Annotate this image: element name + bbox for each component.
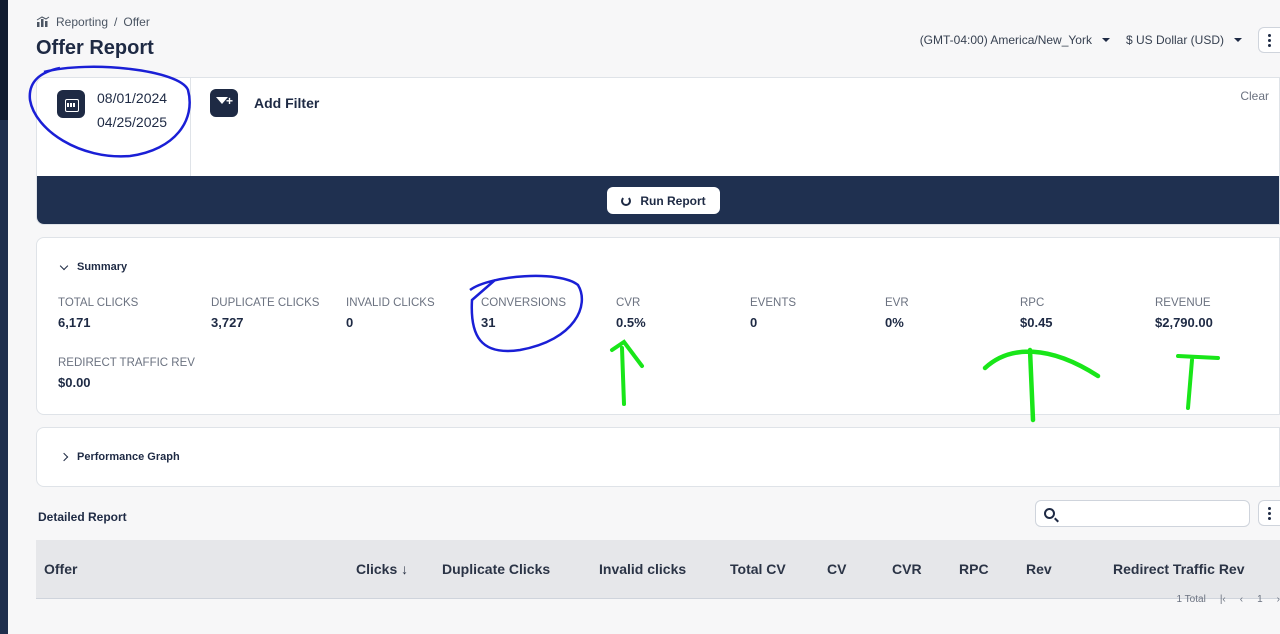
breadcrumb-current: Offer	[123, 15, 150, 29]
metric-value: 0	[750, 315, 758, 330]
column-header-cvr[interactable]: CVR	[892, 561, 922, 577]
column-header-rpc[interactable]: RPC	[959, 561, 989, 577]
table-options-button[interactable]	[1258, 500, 1280, 526]
chevron-down-icon	[59, 261, 69, 270]
metric-cvr: CVR 0.5%	[616, 297, 646, 330]
run-report-bar: Run Report	[37, 176, 1279, 224]
metric-label: REVENUE	[1155, 297, 1211, 309]
chevron-right-icon	[59, 452, 69, 462]
search-icon	[1044, 508, 1055, 519]
metric-label: EVENTS	[750, 297, 797, 309]
page-title: Offer Report	[36, 37, 154, 59]
sidebar-notch	[0, 0, 8, 120]
metric-label: RPC	[1020, 297, 1045, 309]
metric-invalid-clicks: INVALID CLICKS 0	[346, 297, 435, 330]
metric-redirect-traffic-rev: REDIRECT TRAFFIC REV $0.00	[58, 357, 195, 390]
metric-revenue: REVENUE $2,790.00	[1155, 297, 1213, 330]
metric-label: CONVERSIONS	[481, 297, 566, 309]
add-filter-button[interactable]: Add Filter	[210, 89, 319, 117]
column-header-total-cv[interactable]: Total CV	[730, 561, 786, 577]
metric-conversions: CONVERSIONS 31	[481, 297, 566, 330]
metric-value: 0	[346, 315, 354, 330]
filter-plus-icon	[210, 89, 238, 117]
header-controls: (GMT-04:00) America/New_York $ US Dollar…	[920, 27, 1280, 53]
detailed-report-title: Detailed Report	[38, 510, 127, 524]
caret-down-icon	[1234, 38, 1242, 42]
metric-value: $0.45	[1020, 315, 1053, 330]
performance-graph-title: Performance Graph	[77, 451, 180, 463]
calendar-icon	[57, 90, 85, 118]
summary-toggle[interactable]: Summary	[59, 261, 128, 273]
metric-label: EVR	[885, 297, 909, 309]
left-sidebar	[0, 0, 8, 634]
column-header-invalid-clicks[interactable]: Invalid clicks	[599, 561, 686, 577]
pagination-total: 1 Total	[1176, 594, 1206, 605]
metric-label: REDIRECT TRAFFIC REV	[58, 357, 195, 369]
metric-value: $0.00	[58, 375, 91, 390]
metric-evr: EVR 0%	[885, 297, 909, 330]
metric-label: TOTAL CLICKS	[58, 297, 139, 309]
breadcrumb: Reporting / Offer	[36, 15, 150, 29]
metric-value: 31	[481, 315, 496, 330]
currency-value: $ US Dollar (USD)	[1125, 33, 1224, 47]
metric-value: 0.5%	[616, 315, 646, 330]
metric-total-clicks: TOTAL CLICKS 6,171	[58, 297, 138, 330]
date-start: 08/01/2024	[97, 90, 168, 106]
currency-select[interactable]: $ US Dollar (USD)	[1126, 33, 1242, 47]
date-range-picker[interactable]: 08/01/2024 04/25/2025	[37, 78, 191, 176]
page: Reporting / Offer Offer Report (GMT-04:0…	[8, 0, 1280, 634]
current-page[interactable]: 1	[1257, 594, 1263, 605]
next-page-icon[interactable]: ›	[1277, 594, 1280, 605]
table-header: Offer Clicks ↓ Duplicate Clicks Invalid …	[36, 540, 1280, 599]
summary-title: Summary	[77, 261, 128, 273]
performance-graph-toggle[interactable]: Performance Graph	[59, 451, 180, 463]
first-page-icon[interactable]: |‹	[1220, 594, 1226, 605]
timezone-value: (GMT-04:00) America/New_York	[919, 33, 1092, 47]
metric-label: DUPLICATE CLICKS	[211, 297, 320, 309]
prev-page-icon[interactable]: ‹	[1240, 594, 1243, 605]
column-header-rev[interactable]: Rev	[1026, 561, 1052, 577]
kebab-icon	[1268, 33, 1271, 37]
date-end: 04/25/2025	[97, 114, 168, 130]
column-header-redirect-traffic-rev[interactable]: Redirect Traffic Rev	[1113, 561, 1245, 577]
breadcrumb-separator: /	[114, 15, 118, 29]
column-header-clicks[interactable]: Clicks ↓	[356, 561, 408, 577]
clear-filters-link[interactable]: Clear	[1240, 89, 1269, 103]
metric-value: 3,727	[211, 315, 244, 330]
performance-graph-card: Performance Graph	[36, 427, 1280, 487]
chart-icon	[36, 16, 50, 27]
filter-card: 08/01/2024 04/25/2025 Add Filter Clear R…	[36, 77, 1280, 225]
caret-down-icon	[1101, 38, 1110, 42]
summary-card: Summary TOTAL CLICKS 6,171 DUPLICATE CLI…	[36, 237, 1280, 415]
run-report-button[interactable]: Run Report	[607, 187, 720, 214]
timezone-select[interactable]: (GMT-04:00) America/New_York	[920, 33, 1110, 47]
metric-value: $2,790.00	[1155, 315, 1213, 330]
search-input[interactable]	[1063, 506, 1243, 521]
pagination: 1 Total |‹ ‹ 1 ›	[1177, 594, 1280, 605]
column-header-cv[interactable]: CV	[827, 561, 846, 577]
search-field[interactable]	[1035, 500, 1250, 527]
run-report-label: Run Report	[640, 193, 706, 208]
metric-value: 6,171	[58, 315, 91, 330]
metric-value: 0%	[885, 315, 904, 330]
column-header-offer[interactable]: Offer	[44, 561, 77, 577]
metric-duplicate-clicks: DUPLICATE CLICKS 3,727	[211, 297, 319, 330]
metric-rpc: RPC $0.45	[1020, 297, 1053, 330]
add-filter-label: Add Filter	[254, 95, 320, 111]
refresh-icon	[621, 195, 632, 206]
column-header-duplicate-clicks[interactable]: Duplicate Clicks	[442, 561, 550, 577]
kebab-icon	[1268, 506, 1271, 510]
metric-label: INVALID CLICKS	[346, 297, 435, 309]
metric-label: CVR	[616, 297, 641, 309]
metric-events: EVENTS 0	[750, 297, 796, 330]
breadcrumb-section[interactable]: Reporting	[56, 15, 108, 29]
more-options-button[interactable]	[1258, 27, 1280, 53]
